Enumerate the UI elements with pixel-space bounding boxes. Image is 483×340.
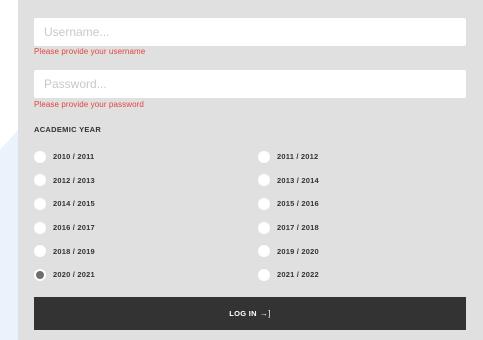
year-label: 2018 / 2019: [53, 246, 95, 256]
year-option[interactable]: 2021 / 2022: [258, 263, 466, 287]
year-label: 2020 / 2021: [53, 270, 95, 280]
password-input[interactable]: [34, 70, 466, 98]
year-option[interactable]: 2019 / 2020: [258, 239, 466, 263]
year-label: 2015 / 2016: [277, 199, 319, 209]
year-label: 2010 / 2011: [53, 152, 95, 162]
year-option[interactable]: 2015 / 2016: [258, 192, 466, 216]
year-label: 2012 / 2013: [53, 175, 95, 185]
radio-button[interactable]: [258, 197, 270, 210]
year-option[interactable]: 2010 / 2011: [34, 145, 258, 169]
year-option[interactable]: 2014 / 2015: [34, 192, 258, 216]
login-button-label: LOG IN: [229, 309, 257, 318]
year-option[interactable]: 2011 / 2012: [258, 145, 466, 169]
year-label: 2013 / 2014: [277, 175, 319, 185]
radio-button[interactable]: [258, 150, 270, 163]
login-panel: Please provide your username Please prov…: [18, 0, 483, 340]
year-option[interactable]: 2016 / 2017: [34, 216, 258, 240]
login-arrow-icon: →]: [259, 309, 271, 318]
radio-button[interactable]: [258, 221, 270, 234]
radio-button[interactable]: [34, 150, 46, 163]
username-error: Please provide your username: [34, 47, 146, 56]
year-label: 2017 / 2018: [277, 223, 319, 233]
radio-button[interactable]: [258, 245, 270, 258]
login-button[interactable]: LOG IN →]: [34, 297, 466, 330]
radio-button[interactable]: [258, 174, 270, 187]
year-option[interactable]: 2013 / 2014: [258, 169, 466, 193]
radio-button[interactable]: [34, 174, 46, 187]
year-option[interactable]: 2018 / 2019: [34, 239, 258, 263]
radio-button[interactable]: [34, 245, 46, 258]
year-option[interactable]: 2012 / 2013: [34, 169, 258, 193]
radio-button[interactable]: [34, 197, 46, 210]
radio-button[interactable]: [34, 268, 46, 281]
radio-button[interactable]: [258, 268, 270, 281]
academic-year-heading: ACADEMIC YEAR: [34, 125, 102, 134]
radio-button[interactable]: [34, 221, 46, 234]
year-option[interactable]: 2017 / 2018: [258, 216, 466, 240]
year-option[interactable]: 2020 / 2021: [34, 263, 258, 287]
year-label: 2021 / 2022: [277, 270, 319, 280]
year-label: 2016 / 2017: [53, 223, 95, 233]
year-label: 2014 / 2015: [53, 199, 95, 209]
password-error: Please provide your password: [34, 100, 144, 109]
year-label: 2019 / 2020: [277, 246, 319, 256]
username-input[interactable]: [34, 18, 466, 46]
year-label: 2011 / 2012: [277, 152, 319, 162]
academic-year-options: 2010 / 2011 2011 / 2012 2012 / 2013 2013…: [34, 145, 466, 287]
